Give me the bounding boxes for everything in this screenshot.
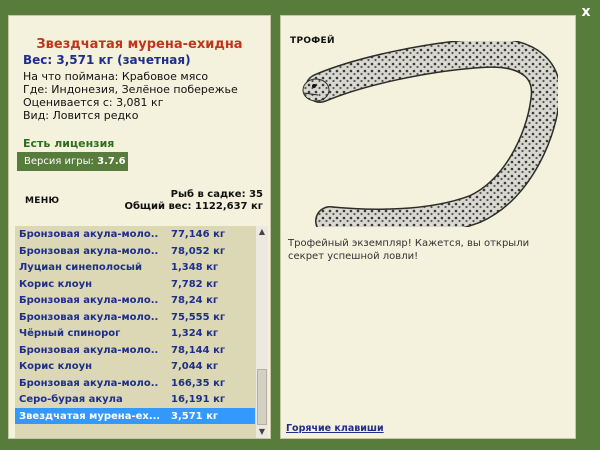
- catch-fish-name: Корис клоун: [19, 278, 93, 290]
- fish-weight: Вес: 3,571 кг (зачетная): [23, 53, 191, 67]
- catch-fish-weight: 1,324 кг: [171, 328, 219, 339]
- catch-list-item[interactable]: Бронзовая акула-моло... 75,555 кг: [15, 309, 255, 326]
- catch-list-item[interactable]: Звездчатая мурена-ех... 3,571 кг: [15, 407, 255, 424]
- catch-list-item[interactable]: Бронзовая акула-моло... 78,24 кг: [15, 292, 255, 309]
- catch-list-item[interactable]: Бронзовая акула-моло... 78,052 кг: [15, 243, 255, 260]
- catch-fish-weight: 77,146 кг: [171, 229, 226, 240]
- catch-list-rows: Бронзовая акула-моло... 77,146 кг Бронзова…: [15, 226, 255, 424]
- catch-list-item[interactable]: Бронзовая акула-моло... 77,146 кг: [15, 226, 255, 243]
- catch-fish-name: Чёрный спинорог: [19, 328, 121, 339]
- trophy-message: Трофейный экземпляр! Кажется, вы открыли…: [288, 238, 530, 262]
- close-icon[interactable]: x: [578, 4, 594, 20]
- scroll-thumb[interactable]: [257, 369, 267, 425]
- scroll-up-icon[interactable]: ▲: [256, 226, 268, 238]
- catch-list-item[interactable]: Корис клоун 7,782 кг: [15, 276, 255, 293]
- version-label: Версия игры:: [24, 156, 94, 167]
- version-number: 3.7.6: [97, 156, 126, 167]
- catch-list-item[interactable]: Бронзовая акула-моло... 78,144 кг: [15, 342, 255, 359]
- catch-list-item[interactable]: Луциан синеполосый 1,348 кг: [15, 259, 255, 276]
- fish-name-title: Звездчатая мурена-ехидна: [36, 37, 243, 52]
- kind-info: Вид: Ловится редко: [23, 109, 139, 122]
- catch-fish-name: Бронзовая акула-моло...: [19, 377, 159, 389]
- location-info: Где: Индонезия, Зелёное побережье: [23, 83, 238, 96]
- catch-list-item[interactable]: Чёрный спинорог 1,324 кг: [15, 325, 255, 342]
- catch-fish-name: Звездчатая мурена-ех...: [19, 410, 159, 422]
- catch-fish-weight: 166,35 кг: [171, 377, 226, 389]
- catch-fish-name: Бронзовая акула-моло...: [19, 311, 159, 323]
- catch-fish-weight: 7,044 кг: [171, 361, 219, 372]
- catch-fish-name: Корис клоун: [19, 361, 93, 372]
- version-badge: Версия игры: 3.7.6: [17, 152, 128, 171]
- menu-button[interactable]: МЕНЮ: [25, 196, 59, 206]
- catch-fish-name: Серо-бурая акула: [19, 394, 123, 405]
- catch-fish-weight: 78,24 кг: [171, 295, 219, 306]
- catch-list-item[interactable]: Серо-бурая акула 16,191 кг: [15, 391, 255, 408]
- bait-info: На что поймана: Крабовое мясо: [23, 70, 209, 83]
- cage-fish-count: Рыб в садке: 35: [170, 189, 263, 200]
- catch-list-item[interactable]: Корис клоун 7,044 кг: [15, 358, 255, 375]
- catch-fish-weight: 78,144 кг: [171, 344, 226, 356]
- trophy-panel: ТРОФЕЙ Трофейный экземпляр! Кажется, вы …: [280, 15, 576, 439]
- hotkeys-link[interactable]: Горячие клавиши: [286, 423, 384, 434]
- catch-fish-weight: 75,555 кг: [171, 311, 226, 323]
- scroll-down-icon[interactable]: ▼: [256, 426, 268, 438]
- catch-list[interactable]: Бронзовая акула-моло... 77,146 кг Бронзова…: [15, 226, 268, 438]
- catch-fish-weight: 3,571 кг: [171, 410, 219, 422]
- scrollbar[interactable]: ▲ ▼: [256, 226, 268, 438]
- catch-fish-name: Бронзовая акула-моло...: [19, 344, 159, 356]
- value-info: Оценивается с: 3,081 кг: [23, 96, 164, 109]
- license-status: Есть лицензия: [23, 137, 115, 150]
- catch-fish-weight: 78,052 кг: [171, 245, 226, 257]
- moray-eel-image: [300, 37, 561, 239]
- catch-fish-name: Луциан синеполосый: [19, 262, 142, 273]
- catch-fish-weight: 7,782 кг: [171, 278, 219, 290]
- fish-info-panel: Звездчатая мурена-ехидна Вес: 3,571 кг (…: [8, 15, 271, 439]
- catch-fish-name: Бронзовая акула-моло...: [19, 229, 159, 240]
- catch-fish-name: Бронзовая акула-моло...: [19, 245, 159, 257]
- catch-fish-weight: 16,191 кг: [171, 394, 226, 405]
- catch-fish-weight: 1,348 кг: [171, 262, 219, 273]
- catch-fish-name: Бронзовая акула-моло...: [19, 295, 159, 306]
- catch-list-item[interactable]: Бронзовая акула-моло... 166,35 кг: [15, 375, 255, 392]
- cage-total-weight: Общий вес: 1122,637 кг: [124, 201, 263, 212]
